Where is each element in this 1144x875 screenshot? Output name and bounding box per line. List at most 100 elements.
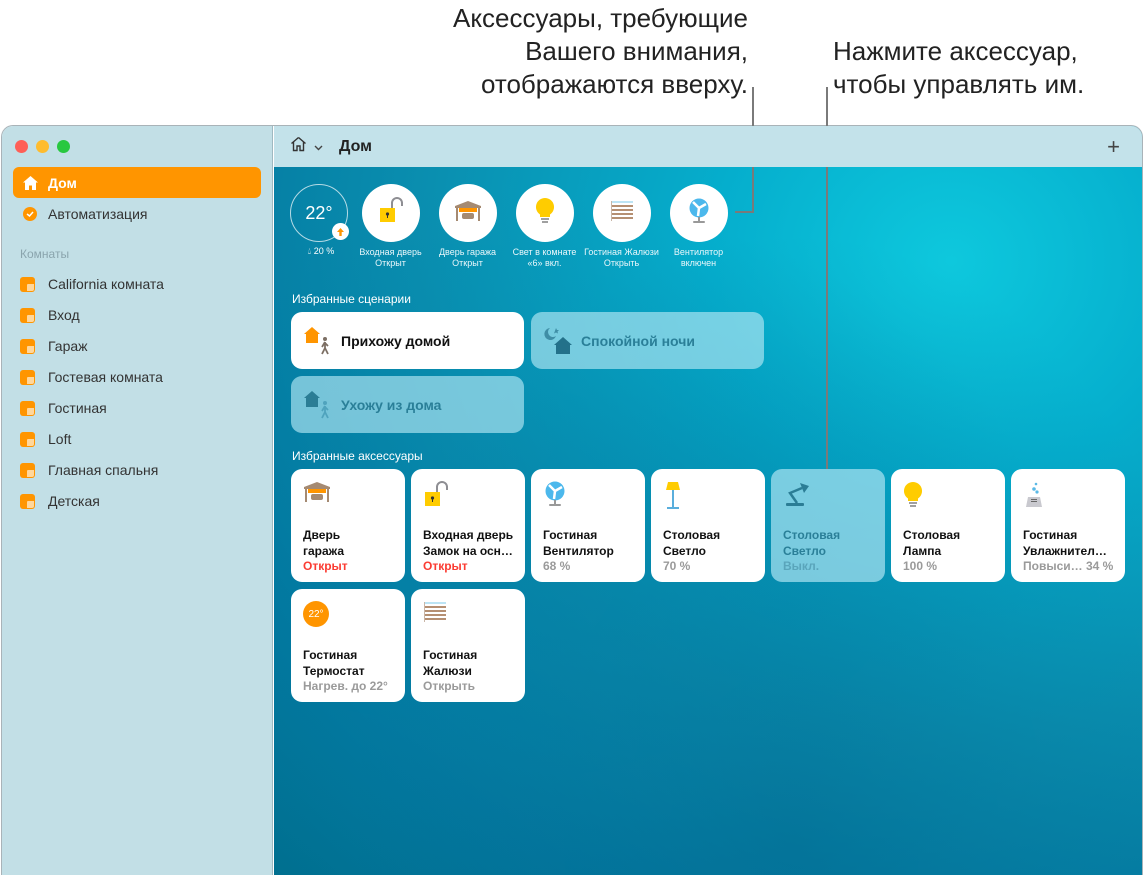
accessory-state: Открыт [303,559,348,573]
status-name: Свет в комнате [512,247,577,257]
accessory-name: Лампа [903,544,942,558]
scene-leave-home[interactable]: Ухожу из дома [291,376,524,433]
scene-label: Прихожу домой [341,332,451,349]
accessory-name: Столовая [903,528,961,542]
status-name: Дверь гаража [438,247,497,257]
status-tile-fan[interactable]: Вентилятор включен [660,184,737,269]
lightbulb-icon [903,481,923,513]
thermostat-icon: 22° [303,601,329,627]
accessory-tile-humidifier[interactable]: Гостиная Увлажнител… Повыси… 34 % [1011,469,1125,582]
status-state: Открыт [452,258,483,268]
room-label: California комната [48,276,164,292]
callout-line: отображаются вверху. [480,69,748,99]
accessory-tile-dining-lamp[interactable]: Столовая Лампа 100 % [891,469,1005,582]
thermostat-badge-value: 22° [308,608,324,620]
callout-line: Вашего внимания, [525,36,748,66]
humidity: 💧︎ 20 % [290,246,352,257]
room-icon [20,400,35,416]
favorite-accessories-heading: Избранные аксессуары [292,449,423,463]
accessory-name: Светло [783,544,826,558]
toolbar: Дом + [274,126,1142,167]
status-state: включен [680,258,717,268]
sidebar-item-home[interactable]: Дом [13,167,261,198]
home-menu-button[interactable] [290,136,323,157]
accessory-name: Вентилятор [543,544,614,558]
accessory-tile-dining-desk-lamp[interactable]: Столовая Светло Выкл. [771,469,885,582]
sidebar-room[interactable]: California комната [20,273,164,295]
accessory-name: Столовая [663,528,721,542]
chevron-down-icon [314,138,323,156]
accessory-state: Открыть [423,679,476,693]
close-button[interactable] [15,140,28,153]
minimize-button[interactable] [36,140,49,153]
accessory-state: 68 % [543,559,571,573]
scene-leave-icon [303,389,335,421]
accessory-tile-thermostat[interactable]: 22° Гостиная Термостат Нагрев. до 22° [291,589,405,702]
accessory-tile-living-fan[interactable]: Гостиная Вентилятор 68 % [531,469,645,582]
room-icon [20,431,35,447]
status-name: Входная дверь [359,247,422,257]
window-controls [15,140,70,153]
humidity-value: 20 % [313,246,335,256]
climate-status[interactable]: 22° 💧︎ 20 % [290,184,352,269]
room-icon [20,276,35,292]
room-icon [20,493,35,509]
sidebar-room[interactable]: Главная спальня [20,459,158,481]
scene-label: Ухожу из дома [341,396,442,413]
sidebar: Дом Автоматизация Комнаты California ком… [2,126,273,875]
scene-label: Спокойной ночи [581,332,695,349]
blinds-icon [610,200,634,227]
callout-leader-line [735,211,754,213]
scene-good-night[interactable]: Спокойной ночи [531,312,764,369]
accessory-name: Гостиная [303,648,358,662]
sidebar-item-automation[interactable]: Автоматизация [13,198,261,229]
sidebar-room[interactable]: Гостевая комната [20,366,163,388]
accessory-name: Столовая [783,528,841,542]
accessory-name: Замок на осн… [423,544,513,558]
accessory-name: Жалюзи [423,664,472,678]
status-tile-front-door[interactable]: Входная дверь Открыт [352,184,429,269]
lightbulb-icon [535,197,555,230]
accessory-tile-front-door[interactable]: Входная дверь Замок на осн… Открыт [411,469,525,582]
lock-open-icon [423,481,449,513]
sidebar-room[interactable]: Вход [20,304,80,326]
accessory-state: Выкл. [783,559,820,573]
callout-line: Нажмите аксессуар, [833,36,1078,66]
status-tile-garage-door[interactable]: Дверь гаража Открыт [429,184,506,269]
status-row: 22° 💧︎ 20 % Входная дверь Открыт Дверь г… [290,184,737,269]
room-label: Гостевая комната [48,369,163,385]
room-icon [20,307,35,323]
clock-icon [21,205,39,223]
status-tile-blinds[interactable]: Гостиная Жалюзи Открыть [583,184,660,269]
droplet-icon: 💧︎ [307,246,312,256]
sidebar-item-label: Автоматизация [48,205,148,222]
blinds-icon [423,602,447,627]
sidebar-room[interactable]: Loft [20,428,71,450]
accessory-state: 100 % [903,559,938,573]
accessory-name: Входная дверь [423,528,514,542]
status-tile-room-lights[interactable]: Свет в комнате «6» вкл. [506,184,583,269]
scene-arrive-home[interactable]: Прихожу домой [291,312,524,369]
room-label: Гостиная [48,400,107,416]
status-state: «6» вкл. [527,258,562,268]
sidebar-room[interactable]: Гараж [20,335,88,357]
add-button[interactable]: + [1107,134,1120,160]
sidebar-room[interactable]: Гостиная [20,397,107,419]
garage-icon [303,482,331,507]
humidifier-icon [1023,482,1045,513]
accessory-tile-garage-door[interactable]: Дверь гаража Открыт [291,469,405,582]
accessory-name: Гостиная [1023,528,1078,542]
scene-arrive-icon [303,325,335,357]
temperature-value: 22° [305,202,333,223]
accessory-name: Термостат [303,664,365,678]
sidebar-room[interactable]: Детская [20,490,100,512]
zoom-button[interactable] [57,140,70,153]
accessory-tile-dining-floor-lamp[interactable]: Столовая Светло 70 % [651,469,765,582]
accessory-tile-blinds[interactable]: Гостиная Жалюзи Открыть [411,589,525,702]
accessory-name: Светло [663,544,706,558]
accessory-state: Нагрев. до 22° [303,679,388,693]
page-title: Дом [339,137,372,155]
room-label: Вход [48,307,80,323]
accessory-name: Увлажнител… [1023,544,1107,558]
callout-tap-accessory: Нажмите аксессуар, чтобы управлять им. [833,35,1084,101]
